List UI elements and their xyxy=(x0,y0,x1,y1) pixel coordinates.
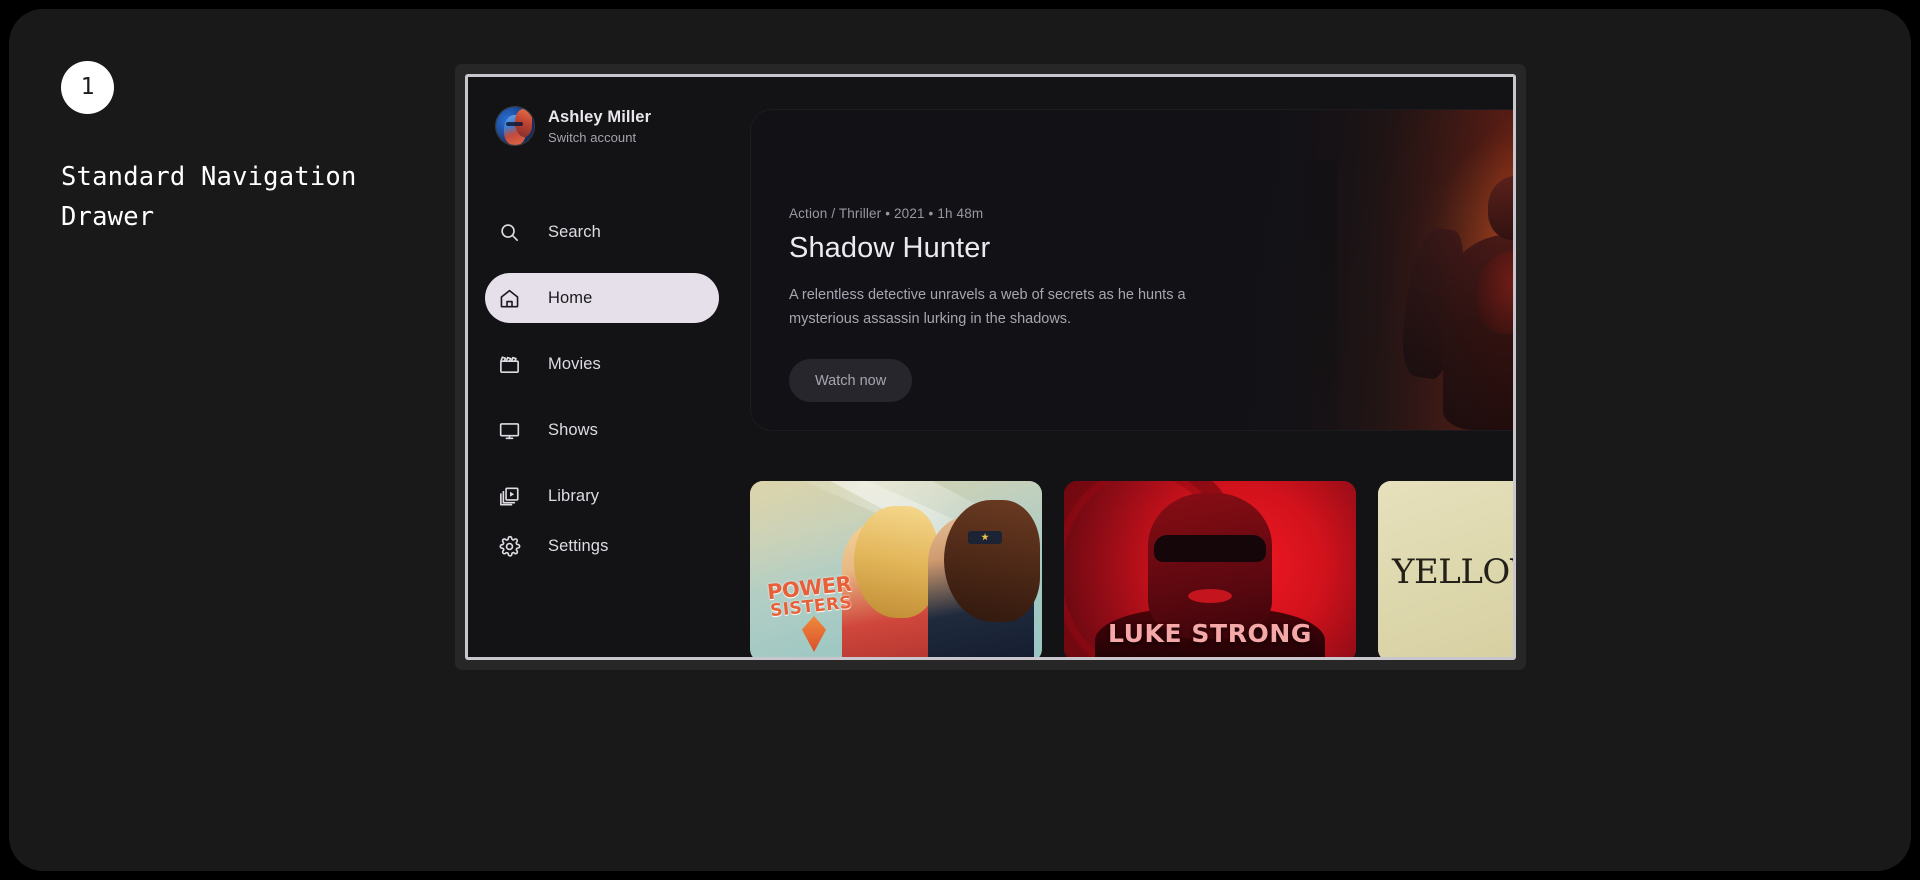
sidebar-item-label: Home xyxy=(548,288,593,307)
sidebar-item-label: Search xyxy=(548,222,601,241)
navigation-drawer: Ashley Miller Switch account Search Home… xyxy=(468,77,736,657)
sidebar-item-search[interactable]: Search xyxy=(485,207,719,257)
sidebar-item-label: Shows xyxy=(548,420,599,439)
nav-gap xyxy=(468,323,736,339)
avatar-sunglasses xyxy=(505,122,524,126)
search-icon xyxy=(498,221,521,244)
app-screen: Ashley Miller Switch account Search Home… xyxy=(468,77,1513,657)
poster-card-luke-strong[interactable]: LUKE STRONG xyxy=(1064,481,1356,657)
watch-now-button[interactable]: Watch now xyxy=(789,359,913,403)
poster-face xyxy=(1148,493,1272,639)
sidebar-item-library[interactable]: Library xyxy=(485,471,719,521)
poster-title: YELLOW xyxy=(1392,551,1513,592)
poster-sunglasses xyxy=(1154,535,1266,562)
sidebar-item-settings[interactable]: Settings xyxy=(485,521,719,571)
switch-account-link[interactable]: Switch account xyxy=(548,130,651,145)
hero-meta: Action / Thriller • 2021 • 1h 48m xyxy=(789,206,984,221)
poster-character-b-hair xyxy=(944,500,1040,622)
sidebar-item-movies[interactable]: Movies xyxy=(485,339,719,389)
hero-card[interactable]: Action / Thriller • 2021 • 1h 48m Shadow… xyxy=(750,109,1513,431)
annotation-column: 1 Standard Navigation Drawer xyxy=(61,61,431,238)
nav-gap xyxy=(468,389,736,405)
poster-row: POWER SISTERS LUKE STRONG YELLO xyxy=(750,481,1513,657)
screenshot-root: 1 Standard Navigation Drawer Ashley Mill… xyxy=(0,0,1920,880)
poster-card-power-sisters[interactable]: POWER SISTERS xyxy=(750,481,1042,657)
nav-list: Search Home Movies Shows Library Setting… xyxy=(468,207,736,601)
device-bezel: Ashley Miller Switch account Search Home… xyxy=(465,74,1516,660)
poster-logo: POWER SISTERS xyxy=(766,572,854,621)
movie-icon xyxy=(498,353,521,376)
avatar[interactable] xyxy=(496,107,534,145)
step-badge: 1 xyxy=(61,61,114,114)
outer-panel: 1 Standard Navigation Drawer Ashley Mill… xyxy=(9,9,1911,871)
library-icon xyxy=(498,485,521,508)
account-name: Ashley Miller xyxy=(548,107,652,126)
hero-title: Shadow Hunter xyxy=(789,232,991,264)
sidebar-item-label: Settings xyxy=(548,536,609,555)
annotation-title: Standard Navigation Drawer xyxy=(61,162,357,232)
sidebar-item-label: Movies xyxy=(548,354,601,373)
nav-gap xyxy=(468,455,736,471)
gear-icon xyxy=(498,535,521,558)
device-frame: Ashley Miller Switch account Search Home… xyxy=(455,64,1526,670)
account-header[interactable]: Ashley Miller Switch account xyxy=(468,107,736,145)
hero-description: A relentless detective unravels a web of… xyxy=(789,287,1186,327)
home-icon xyxy=(498,287,521,310)
hero-art-fade xyxy=(1199,110,1499,430)
content-area: Action / Thriller • 2021 • 1h 48m Shadow… xyxy=(736,77,1513,657)
sidebar-item-home[interactable]: Home xyxy=(485,273,719,323)
tv-icon xyxy=(498,419,521,442)
poster-mouth xyxy=(1188,589,1232,603)
poster-card-yellow[interactable]: YELLOW xyxy=(1378,481,1513,657)
nav-gap xyxy=(468,257,736,273)
poster-character-a-hair xyxy=(854,506,938,618)
account-text: Ashley Miller Switch account xyxy=(548,108,651,145)
hero-info: Action / Thriller • 2021 • 1h 48m Shadow… xyxy=(789,206,1219,403)
sidebar-item-shows[interactable]: Shows xyxy=(485,405,719,455)
hero-artwork xyxy=(1199,110,1513,430)
sidebar-item-label: Library xyxy=(548,486,600,505)
poster-title: LUKE STRONG xyxy=(1107,619,1313,648)
